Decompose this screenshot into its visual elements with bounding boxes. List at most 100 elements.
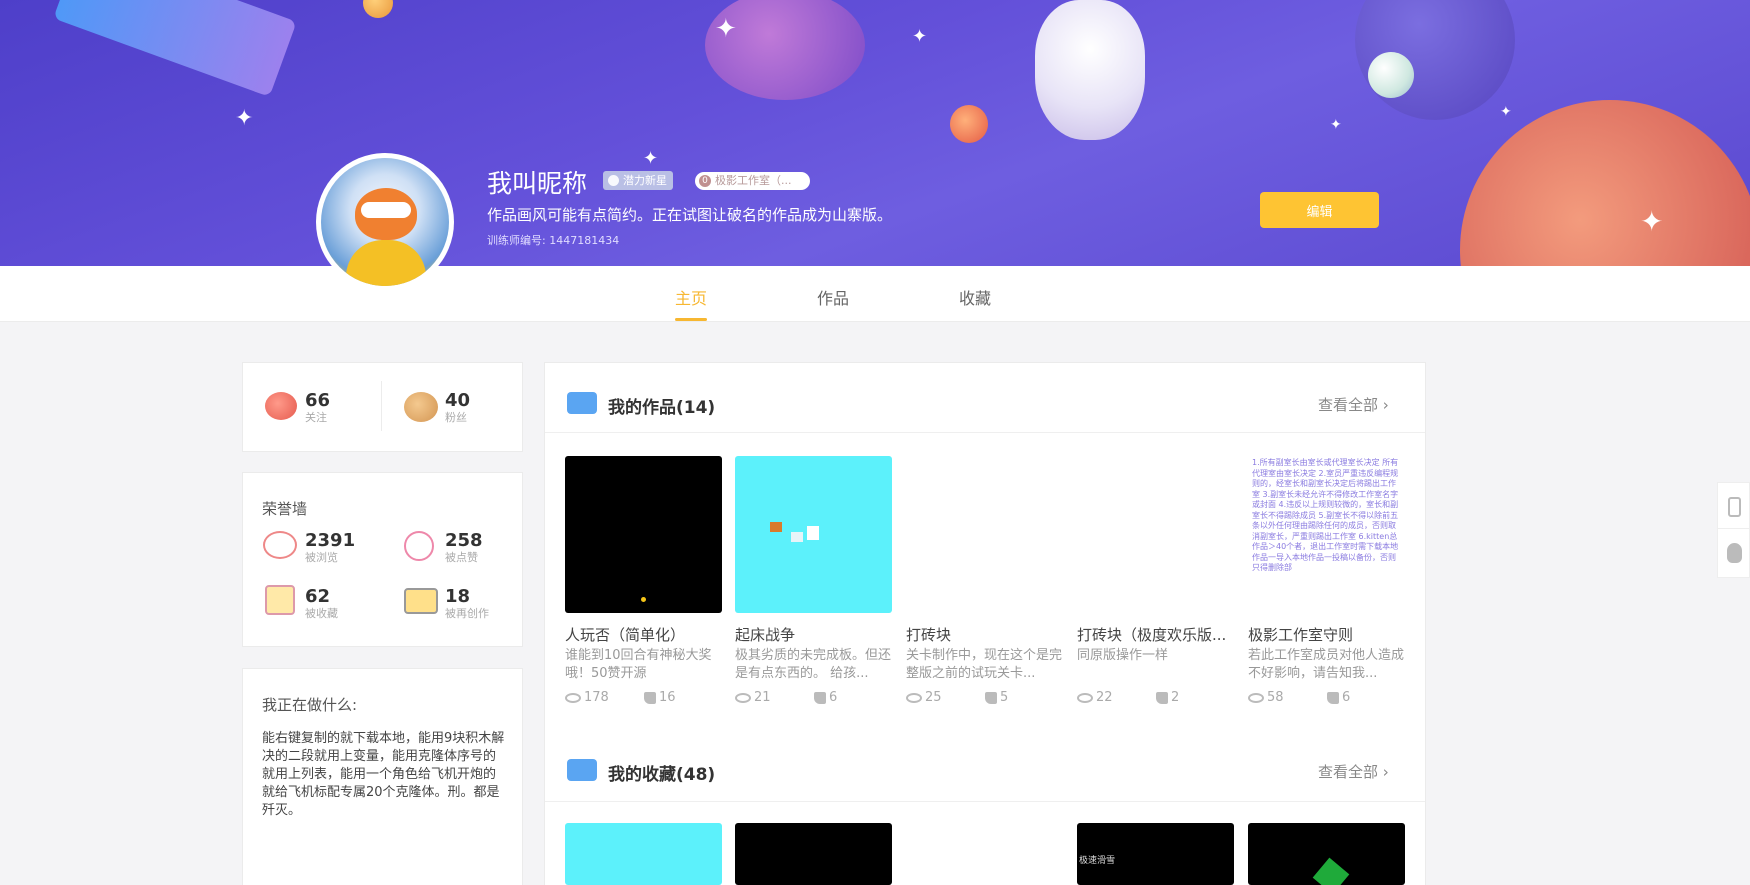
edit-button[interactable]: 编辑 <box>1260 192 1379 228</box>
doing-title: 我正在做什么: <box>262 696 358 714</box>
following-icon <box>265 392 297 420</box>
profile-banner: ✦ ✦ ✦ ✦ ✦ ✦ ✦ <box>0 0 1750 266</box>
work-likes: 6 <box>1327 690 1350 705</box>
doing-text: 能右键复制的就下载本地，能用9块积木解决的二段就用上变量，能用克隆体序号的就用上… <box>262 731 505 818</box>
work-description: 关卡制作中，现在这个是完整版之前的试玩关卡... <box>906 648 1063 681</box>
block-sprite <box>770 522 782 532</box>
thumbs-up-icon <box>985 691 997 704</box>
profile-bio: 作品画风可能有点简约。正在试图让破名的作品成为山寨版。 <box>487 206 893 224</box>
thumbs-up-icon <box>1156 691 1168 704</box>
works-section-title: 我的作品(14) <box>608 398 716 418</box>
favorites-section-title: 我的收藏(48) <box>608 765 716 785</box>
avatar[interactable] <box>316 153 454 291</box>
block-sprite <box>791 532 803 542</box>
qq-icon <box>1727 543 1742 563</box>
work-likes-count: 2 <box>1171 690 1180 705</box>
work-description: 极其劣质的未完成板。但还是有点东西的。 给孩... <box>735 648 892 681</box>
star-icon: ✦ <box>643 148 659 169</box>
works-separator <box>545 432 1425 433</box>
work-views-count: 21 <box>754 690 771 705</box>
honor-wall-title: 荣誉墙 <box>262 500 308 518</box>
avatar-image <box>321 158 449 286</box>
favorites-separator <box>545 801 1425 802</box>
small-planet-decoration <box>1368 52 1414 98</box>
likes-count: 258 <box>445 530 483 551</box>
work-views: 58 <box>1248 690 1284 705</box>
favorites-see-all-link[interactable]: 查看全部 › <box>1318 761 1389 782</box>
remix-icon <box>404 588 438 614</box>
orange-planet-decoration <box>950 105 988 143</box>
following-count[interactable]: 66 <box>305 390 330 411</box>
favorites-see-all-label: 查看全部 <box>1318 763 1379 781</box>
work-likes: 6 <box>814 690 837 705</box>
favorites-icon <box>265 585 295 615</box>
favorite-thumbnail[interactable]: 极速滑雪 <box>1077 823 1234 885</box>
remixes-label: 被再创作 <box>445 607 489 620</box>
work-title[interactable]: 极影工作室守则 <box>1248 624 1408 645</box>
remixes-count: 18 <box>445 586 471 607</box>
work-thumbnail[interactable] <box>565 456 722 613</box>
favorite-thumbnail[interactable] <box>565 823 722 885</box>
work-thumbnail[interactable] <box>735 456 892 613</box>
works-see-all-label: 查看全部 <box>1318 396 1379 414</box>
mobile-app-button[interactable] <box>1717 482 1750 532</box>
work-thumbnail[interactable]: 1.所有副室长由室长或代理室长决定 所有代理室由室长决定 2.室员严重违反编程规… <box>1248 456 1405 613</box>
favorite-thumbnail[interactable] <box>1248 823 1405 885</box>
eye-icon <box>735 692 751 703</box>
work-likes-count: 6 <box>1342 690 1351 705</box>
star-icon: ✦ <box>235 106 254 131</box>
thumbs-up-icon <box>644 691 656 704</box>
chevron-right-icon: › <box>1382 763 1389 781</box>
studio-badge[interactable]: 极影工作室（... <box>695 172 810 190</box>
following-label: 关注 <box>305 411 327 424</box>
fans-count[interactable]: 40 <box>445 390 470 411</box>
work-views: 25 <box>906 690 942 705</box>
favorites-label: 被收藏 <box>305 607 338 620</box>
work-likes-count: 16 <box>659 690 676 705</box>
work-views-count: 22 <box>1096 690 1113 705</box>
work-likes: 5 <box>985 690 1008 705</box>
work-description: 若此工作室成员对他人造成不好影响，请告知我... <box>1248 648 1405 681</box>
work-title[interactable]: 打砖块（极度欢乐版... <box>1077 624 1237 645</box>
work-thumbnail[interactable] <box>906 456 1063 613</box>
work-views-count: 178 <box>584 690 609 705</box>
rules-thumbnail-text: 1.所有副室长由室长或代理室长决定 所有代理室由室长决定 2.室员严重违反编程规… <box>1252 458 1399 572</box>
yellow-planet-decoration <box>363 0 393 18</box>
works-see-all-link[interactable]: 查看全部 › <box>1318 394 1389 415</box>
thumbs-up-icon <box>1327 691 1339 704</box>
favorite-thumbnail-caption: 极速滑雪 <box>1079 856 1116 866</box>
work-title[interactable]: 起床战争 <box>735 624 895 645</box>
player-sprite <box>807 526 819 540</box>
tab-works[interactable]: 作品 <box>817 285 849 309</box>
favorite-thumbnail[interactable] <box>735 823 892 885</box>
work-likes-count: 6 <box>829 690 838 705</box>
star-icon: ✦ <box>1500 104 1512 120</box>
star-icon: ✦ <box>1330 117 1342 133</box>
work-title[interactable]: 人玩否（简单化） <box>565 624 725 645</box>
work-views: 22 <box>1077 690 1113 705</box>
views-icon <box>263 531 297 559</box>
work-views-count: 25 <box>925 690 942 705</box>
active-tab-indicator <box>675 318 707 321</box>
dot-sprite <box>641 597 646 602</box>
thumbs-up-icon <box>814 691 826 704</box>
fans-label: 粉丝 <box>445 411 467 424</box>
star-icon: ✦ <box>1640 205 1664 238</box>
qq-button[interactable] <box>1717 528 1750 578</box>
tab-home[interactable]: 主页 <box>675 285 707 309</box>
work-views: 21 <box>735 690 771 705</box>
profile-tabs: 主页 作品 收藏 <box>0 266 1750 322</box>
fans-icon <box>404 392 438 422</box>
favorites-count: 62 <box>305 586 331 607</box>
level-badge[interactable]: 潜力新星 <box>603 171 673 190</box>
astronaut-decoration <box>1035 0 1145 140</box>
chevron-right-icon: › <box>1382 396 1389 414</box>
avatar-eyes <box>361 202 411 218</box>
work-likes: 2 <box>1156 690 1179 705</box>
phone-icon <box>1728 497 1741 517</box>
work-thumbnail[interactable] <box>1077 456 1234 613</box>
work-title[interactable]: 打砖块 <box>906 624 1066 645</box>
eye-icon <box>1248 692 1264 703</box>
tab-favorites[interactable]: 收藏 <box>959 285 991 309</box>
work-likes: 16 <box>644 690 676 705</box>
